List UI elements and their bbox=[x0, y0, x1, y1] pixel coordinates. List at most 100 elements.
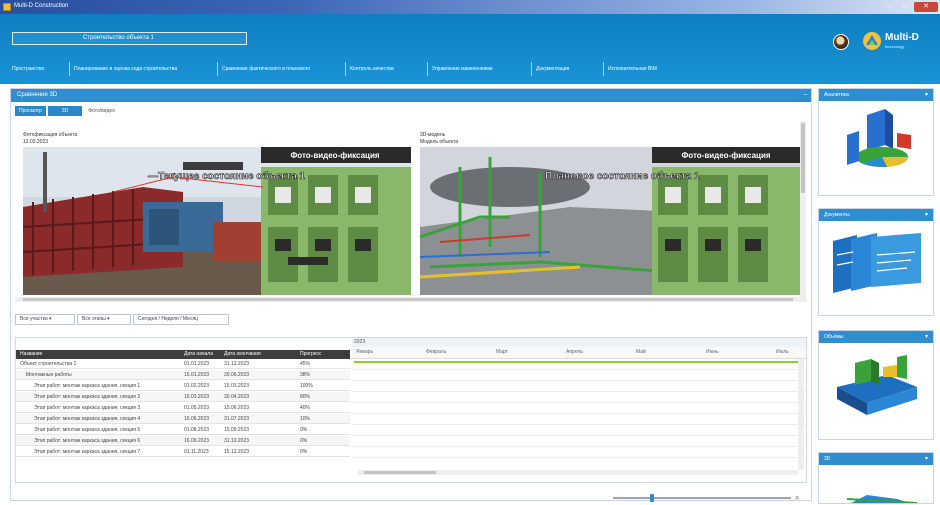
header-progress[interactable]: Прогресс bbox=[300, 350, 346, 359]
task-start-date: 16.09.2023 bbox=[184, 438, 210, 444]
task-name: Объект строительства 1 bbox=[20, 361, 77, 367]
task-row[interactable]: Этап работ: монтаж каркаса здания, секци… bbox=[16, 425, 350, 435]
timeline-row bbox=[352, 424, 806, 425]
chevron-down-icon[interactable]: ▾ bbox=[925, 333, 928, 340]
task-start-date: 16.06.2023 bbox=[184, 416, 210, 422]
filter-stage-select[interactable]: Все этапы ▾ bbox=[77, 314, 131, 325]
task-row[interactable]: Этап работ: монтаж каркаса здания, секци… bbox=[16, 403, 350, 413]
timeline-month: Февраль bbox=[426, 349, 447, 355]
model-subcaption: Модель объекта bbox=[420, 139, 458, 145]
gantt-timeline[interactable]: 2023 Январь Февраль Март Апрель Май Июнь Июль bbox=[352, 338, 806, 482]
task-name: Этап работ: монтаж каркаса здания, секци… bbox=[34, 394, 141, 400]
task-row[interactable]: Этап работ: монтаж каркаса здания, секци… bbox=[16, 447, 350, 457]
task-row[interactable]: Этап работ: монтаж каркаса здания, секци… bbox=[16, 392, 350, 402]
close-button[interactable]: ✕ bbox=[914, 2, 938, 12]
task-progress: 80% bbox=[300, 394, 311, 400]
filter-period-select[interactable]: Сегодня / Неделя / Месяц bbox=[133, 314, 229, 325]
task-name: Этап работ: монтаж каркаса здания, секци… bbox=[34, 383, 141, 389]
chevron-down-icon[interactable]: ▾ bbox=[925, 91, 928, 98]
svg-text:—Текущее состояние объекта 1: —Текущее состояние объекта 1 bbox=[148, 170, 306, 182]
timeline-year: 2023 bbox=[352, 338, 806, 347]
task-progress: 45% bbox=[300, 361, 311, 367]
header-start[interactable]: Дата начала bbox=[184, 350, 222, 359]
project-select[interactable]: Строительство объекта 1 bbox=[12, 32, 247, 45]
timeline-row bbox=[352, 369, 806, 370]
task-start-date: 01.02.2023 bbox=[184, 383, 210, 389]
sidebar-card-3d[interactable]: 3D ▾ bbox=[818, 452, 934, 504]
task-end-date: 31.10.2023 bbox=[224, 438, 250, 444]
timeline-row bbox=[352, 391, 806, 392]
task-start-date: 01.05.2023 bbox=[184, 405, 210, 411]
timeline-row bbox=[352, 413, 806, 414]
sidebar-card-header: 3D ▾ bbox=[819, 453, 933, 465]
header-name[interactable]: Название bbox=[20, 350, 178, 359]
task-row[interactable]: Этап работ: монтаж каркаса здания, секци… bbox=[16, 436, 350, 446]
task-end-date: 15.09.2023 bbox=[224, 427, 250, 433]
chevron-down-icon[interactable]: ▾ bbox=[925, 455, 928, 462]
analytics-thumbnail bbox=[847, 109, 911, 168]
task-start-date: 01.11.2023 bbox=[184, 449, 209, 455]
sidebar-card-label: Документы bbox=[824, 212, 850, 218]
sidebar-card-documents[interactable]: Документы ▾ bbox=[818, 208, 934, 316]
sidebar-card-label: Аналитика bbox=[824, 92, 849, 98]
nav-item-planning[interactable]: Планирование и оценка хода строительства bbox=[70, 62, 218, 76]
task-progress: 10% bbox=[300, 416, 311, 422]
timeline-row bbox=[352, 457, 806, 458]
tab-view[interactable]: Просмотр bbox=[15, 106, 46, 116]
zoom-icon[interactable]: ⌕ bbox=[795, 493, 799, 503]
app-window: Multi-D Construction – □ ✕ Строительство… bbox=[0, 0, 940, 505]
title-bar: Multi-D Construction – □ ✕ bbox=[0, 0, 940, 14]
svg-text:Фото-видео-фиксация: Фото-видео-фиксация bbox=[681, 151, 770, 160]
timeline-horizontal-scrollbar[interactable] bbox=[358, 470, 798, 475]
bim-model-image: Фото-видео-фиксация Плановое состояние о… bbox=[420, 147, 800, 295]
sidebar-card-volumes[interactable]: Объёмы ▾ bbox=[818, 330, 934, 440]
nav-item-docs[interactable]: Документация bbox=[532, 62, 604, 76]
task-progress: 100% bbox=[300, 383, 313, 389]
gantt-chart: Название Дата начала Дата окончания Прог… bbox=[15, 337, 807, 483]
sidebar-card-analytics[interactable]: Аналитика ▾ bbox=[818, 88, 934, 196]
timeline-progress-bar[interactable] bbox=[354, 361, 804, 363]
minimize-button[interactable]: – bbox=[882, 2, 896, 12]
task-progress: 38% bbox=[300, 372, 311, 378]
zoom-handle[interactable] bbox=[650, 494, 654, 502]
task-row[interactable]: Монтажные работы 15.01.2023 30.06.2023 38% bbox=[16, 370, 350, 380]
bim-model-view[interactable]: Фото-видео-фиксация Плановое состояние о… bbox=[420, 147, 800, 295]
header-end[interactable]: Дата окончания bbox=[224, 350, 264, 359]
user-avatar[interactable] bbox=[833, 34, 849, 50]
site-photo[interactable]: Фото-видео-фиксация —Текущее состояние о… bbox=[23, 147, 411, 295]
sidebar-card-label: 3D bbox=[824, 456, 831, 462]
zoom-slider[interactable]: ⌕ bbox=[613, 493, 803, 503]
nav-item-space[interactable]: Пространство bbox=[8, 62, 70, 76]
viewport-horizontal-scrollbar[interactable] bbox=[15, 297, 807, 302]
tab-3d[interactable]: 3D bbox=[47, 106, 83, 116]
nav-item-changes[interactable]: Управление изменениями bbox=[428, 62, 532, 76]
chevron-down-icon[interactable]: ▾ bbox=[925, 211, 928, 218]
nav-item-quality[interactable]: Контроль качества bbox=[346, 62, 428, 76]
timeline-row bbox=[352, 446, 806, 447]
app-icon bbox=[3, 3, 11, 11]
timeline-row bbox=[352, 435, 806, 436]
task-end-date: 15.12.2023 bbox=[224, 449, 250, 455]
task-progress: 0% bbox=[300, 449, 308, 455]
viewport-vertical-scrollbar[interactable] bbox=[800, 121, 806, 301]
task-end-date: 15.03.2023 bbox=[224, 383, 250, 389]
task-row[interactable]: Этап работ: монтаж каркаса здания, секци… bbox=[16, 414, 350, 424]
timeline-vertical-scrollbar[interactable] bbox=[798, 359, 804, 470]
timeline-row bbox=[352, 402, 806, 403]
task-end-date: 31.12.2023 bbox=[224, 361, 250, 367]
task-end-date: 30.06.2023 bbox=[224, 372, 250, 378]
collapse-button[interactable]: – bbox=[804, 92, 807, 98]
task-name: Монтажные работы bbox=[26, 372, 72, 378]
task-row[interactable]: Объект строительства 1 01.01.2023 31.12.20… bbox=[16, 359, 350, 369]
filter-area-select[interactable]: Все участки ▾ bbox=[15, 314, 75, 325]
tab-photo-video[interactable]: Фото/видео bbox=[84, 106, 119, 116]
maximize-button[interactable]: □ bbox=[898, 2, 912, 12]
sidebar-card-header: Объёмы ▾ bbox=[819, 331, 933, 343]
logo-subtitle: technology bbox=[885, 44, 905, 49]
timeline-year-label: 2023 bbox=[354, 339, 366, 345]
nav-item-as-built-bim[interactable]: Исполнительная BIM bbox=[604, 62, 686, 76]
task-row[interactable]: Этап работ: монтаж каркаса здания, секци… bbox=[16, 381, 350, 391]
comparison-viewport[interactable]: Фотофиксация объекта 12.03.2023 3D-модел… bbox=[15, 121, 807, 305]
timeline-month: Июнь bbox=[706, 349, 719, 355]
nav-item-comparison[interactable]: Сравнение фактического и планового bbox=[218, 62, 346, 76]
